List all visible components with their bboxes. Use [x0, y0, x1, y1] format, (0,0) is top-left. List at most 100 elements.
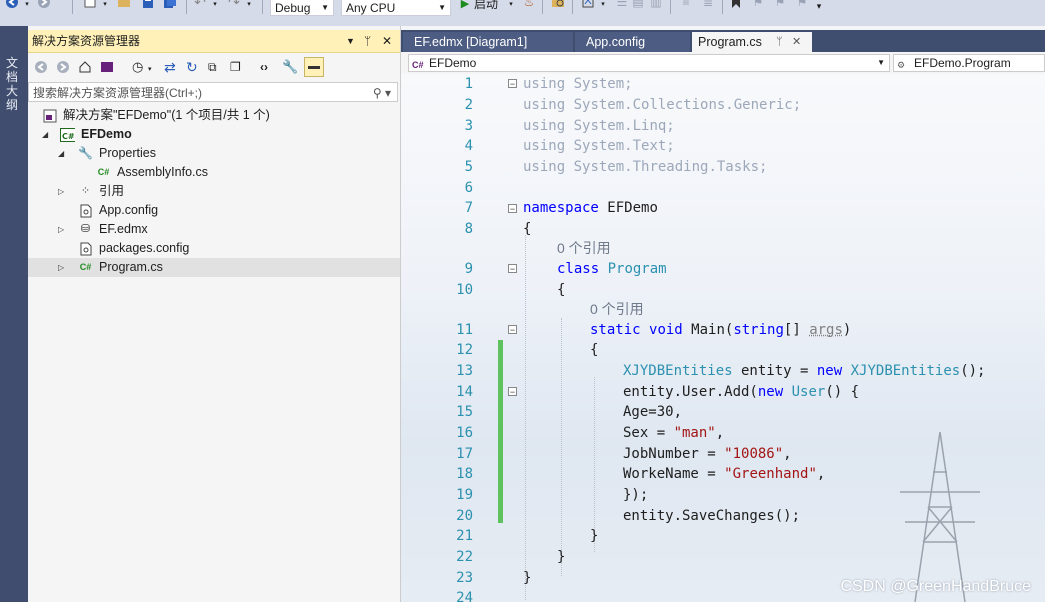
sync-icon[interactable]: ⇄ — [164, 59, 176, 75]
next-bookmark-icon[interactable]: ⚑ — [772, 0, 788, 10]
collapse-icon[interactable]: − — [508, 79, 517, 89]
platform-select[interactable]: Any CPU ▼ — [341, 0, 451, 16]
undo-dropdown-icon[interactable]: ▾ — [210, 0, 220, 12]
line-number: 4 — [464, 138, 473, 154]
vs-switch-icon[interactable] — [100, 59, 114, 75]
start-dropdown-icon[interactable]: ▾ — [506, 0, 516, 12]
collapsed-triangle-icon[interactable]: ▷ — [58, 258, 64, 277]
back-icon[interactable] — [34, 59, 48, 75]
tree-item-packages-config[interactable]: packages.config — [28, 239, 400, 258]
tree-item-edmx[interactable]: ▷ ⛁ EF.edmx — [28, 220, 400, 239]
close-icon[interactable]: ✕ — [382, 30, 392, 52]
code-token: System.Threading.Tasks; — [573, 159, 768, 175]
close-icon[interactable]: ✕ — [792, 32, 801, 52]
bookmark-icon[interactable] — [728, 0, 744, 10]
collapse-all-icon[interactable]: ⧉ — [208, 59, 217, 75]
tab-ef-edmx[interactable]: EF.edmx [Diagram1] — [403, 32, 573, 52]
type-token: User — [791, 384, 826, 400]
properties-wrench-icon[interactable]: 🔧 — [282, 59, 298, 75]
configuration-select[interactable]: Debug ▼ — [270, 0, 334, 16]
tree-item-project[interactable]: ◢ C# EFDemo — [28, 125, 400, 144]
code-line: using System.Linq; — [523, 116, 675, 137]
solution-explorer-toolbar: ◷ ▾ ⇄ ↻ ⧉ ❐ ‹› 🔧 — [28, 53, 400, 80]
forward-icon[interactable] — [56, 59, 70, 75]
format2-icon[interactable]: ▥ — [648, 0, 664, 10]
brace-token: { — [590, 342, 599, 358]
back-icon[interactable] — [4, 0, 20, 10]
line-number: 10 — [456, 282, 473, 298]
tree-item-solution[interactable]: 解决方案"EFDemo"(1 个项目/共 1 个) — [28, 106, 400, 125]
tree-item-app-config[interactable]: App.config — [28, 201, 400, 220]
document-outline-strip: 文档大纲 — [0, 26, 28, 602]
solution-explorer-titlebar: 解决方案资源管理器 ▼ ᛘ ✕ — [28, 30, 400, 53]
clear-bookmark-icon[interactable]: ⚑ — [794, 0, 810, 10]
tree-item-program-cs[interactable]: ▷ C# Program.cs — [28, 258, 400, 277]
solution-home-icon[interactable] — [580, 0, 596, 10]
collapsed-triangle-icon[interactable]: ▷ — [58, 220, 64, 239]
comment-icon[interactable]: ≡ — [678, 0, 694, 10]
keyword-token: namespace — [523, 200, 599, 216]
toolbar-separator — [262, 0, 263, 14]
document-outline-tab[interactable]: 文档大纲 — [6, 56, 20, 112]
home-icon[interactable] — [78, 59, 92, 75]
pin-icon[interactable]: ᛘ — [364, 30, 371, 52]
tree-item-properties[interactable]: ◢ 🔧 Properties — [28, 144, 400, 163]
string-token: "10086" — [724, 446, 784, 462]
fire-icon[interactable]: ♨ — [522, 0, 536, 10]
forward-icon[interactable] — [36, 0, 52, 10]
save-all-icon[interactable] — [162, 0, 178, 10]
tree-item-assemblyinfo[interactable]: C# AssemblyInfo.cs — [28, 163, 400, 182]
uncomment-icon[interactable]: ≣ — [700, 0, 716, 10]
line-number: 20 — [456, 508, 473, 524]
back-dropdown-icon[interactable]: ▾ — [22, 0, 32, 12]
align-icon[interactable]: ☰ — [614, 0, 630, 10]
toolbar-separator — [542, 0, 543, 14]
type-nav-select[interactable]: ⚙ EFDemo.Program — [893, 54, 1045, 72]
code-line: entity.User.Add(new User() { — [623, 382, 859, 403]
browse-icon[interactable] — [550, 0, 566, 10]
code-line: { — [523, 219, 531, 240]
project-nav-select[interactable]: C# EFDemo ▼ — [408, 54, 890, 72]
solution-search-input[interactable]: 搜索解决方案资源管理器(Ctrl+;) ⚲ ▾ — [28, 82, 398, 102]
configuration-value: Debug — [275, 1, 311, 15]
redo-icon[interactable]: ↷ — [226, 0, 242, 10]
history-dropdown-icon[interactable]: ▾ — [148, 61, 152, 77]
solution-dropdown-icon[interactable]: ▾ — [598, 0, 608, 12]
new-dropdown-icon[interactable]: ▾ — [100, 0, 110, 12]
undo-icon[interactable]: ↶ — [192, 0, 208, 10]
collapse-icon[interactable]: − — [508, 387, 517, 397]
pin-icon[interactable]: ᛘ — [776, 32, 783, 52]
history-icon[interactable]: ◷ — [132, 59, 143, 75]
codelens-references[interactable]: 0 个引用 — [590, 299, 644, 320]
new-project-icon[interactable] — [82, 0, 98, 10]
collapse-icon[interactable]: − — [508, 264, 517, 274]
toolbar-overflow-icon[interactable]: ▾ — [814, 0, 824, 14]
collapse-icon[interactable]: − — [508, 325, 517, 335]
expanded-triangle-icon[interactable]: ◢ — [58, 144, 64, 163]
codelens-references[interactable]: 0 个引用 — [557, 238, 611, 259]
keyword-token: class — [557, 261, 600, 277]
code-line: } — [557, 547, 565, 568]
csharp-file-icon: C# — [97, 167, 110, 177]
collapsed-triangle-icon[interactable]: ▷ — [58, 182, 64, 201]
panel-menu-icon[interactable]: ▼ — [346, 30, 355, 52]
refresh-icon[interactable]: ↻ — [186, 59, 198, 75]
start-button[interactable]: 启动 — [474, 0, 506, 11]
show-all-files-icon[interactable]: ❐ — [230, 59, 241, 75]
search-icon[interactable]: ⚲ ▾ — [373, 83, 391, 103]
collapse-icon[interactable]: − — [508, 204, 517, 214]
tab-program-cs[interactable]: Program.cs ᛘ ✕ — [692, 32, 812, 52]
format-icon[interactable]: ▤ — [630, 0, 646, 10]
redo-dropdown-icon[interactable]: ▾ — [244, 0, 254, 12]
view-code-icon[interactable]: ‹› — [260, 59, 268, 75]
open-folder-icon[interactable] — [116, 0, 132, 10]
code-area[interactable]: − − − − − 1 2 3 4 5 6 7 8 9 10 11 12 13 … — [401, 74, 1045, 602]
code-line: }); — [623, 485, 648, 506]
start-icon[interactable]: ▶ — [458, 0, 472, 11]
save-icon[interactable] — [140, 0, 156, 10]
tree-item-references[interactable]: ▷ ⁘ 引用 — [28, 182, 400, 201]
prev-bookmark-icon[interactable]: ⚑ — [750, 0, 766, 10]
tab-app-config[interactable]: App.config — [575, 32, 690, 52]
expanded-triangle-icon[interactable]: ◢ — [42, 125, 48, 144]
preview-selected-icon[interactable] — [304, 57, 324, 77]
